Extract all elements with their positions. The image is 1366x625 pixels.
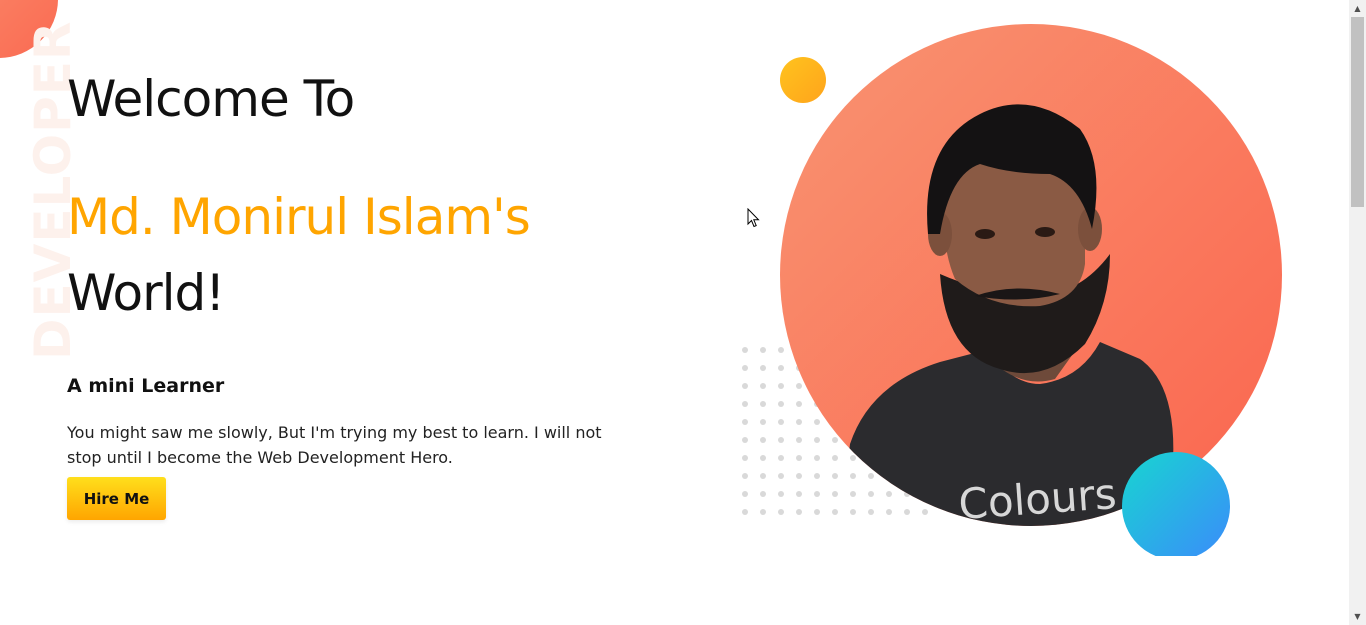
shirt-print-text: Colours [957, 469, 1118, 526]
grid-dot [760, 437, 766, 443]
profile-circle: Colours [780, 24, 1282, 526]
owner-name-heading: Md. Monirul Islam's [67, 188, 531, 246]
scroll-up-arrow-icon[interactable]: ▲ [1349, 0, 1366, 17]
grid-dot [760, 347, 766, 353]
scrollbar-thumb[interactable] [1351, 17, 1364, 207]
vertical-scrollbar[interactable]: ▲ ▼ [1349, 0, 1366, 625]
grid-dot [742, 455, 748, 461]
grid-dot [760, 473, 766, 479]
grid-dot [742, 347, 748, 353]
orange-accent-circle [780, 57, 826, 103]
grid-dot [760, 491, 766, 497]
grid-dot [760, 455, 766, 461]
mouse-cursor-icon [747, 208, 760, 228]
grid-dot [760, 365, 766, 371]
scroll-down-arrow-icon[interactable]: ▼ [1349, 608, 1366, 625]
world-heading: World! [67, 264, 225, 322]
grid-dot [742, 401, 748, 407]
welcome-heading: Welcome To [67, 70, 355, 128]
grid-dot [760, 401, 766, 407]
grid-dot [742, 509, 748, 515]
intro-paragraph: You might saw me slowly, But I'm trying … [67, 423, 602, 467]
hero-heading: Welcome To Md. Monirul Islam's World! [67, 68, 627, 324]
grid-dot [742, 383, 748, 389]
grid-dot [742, 365, 748, 371]
grid-dot [760, 509, 766, 515]
grid-dot [742, 491, 748, 497]
grid-dot [742, 437, 748, 443]
grid-dot [760, 383, 766, 389]
profile-photo: Colours [840, 104, 1174, 526]
grid-dot [742, 473, 748, 479]
grid-dot [760, 419, 766, 425]
hire-me-button[interactable]: Hire Me [67, 477, 166, 520]
section-edge [1100, 556, 1250, 576]
tagline: A mini Learner [67, 375, 225, 397]
portfolio-page: DEVELOPER Welcome To Md. Monirul Islam's… [0, 0, 1366, 625]
blue-accent-circle [1122, 452, 1230, 560]
grid-dot [742, 419, 748, 425]
